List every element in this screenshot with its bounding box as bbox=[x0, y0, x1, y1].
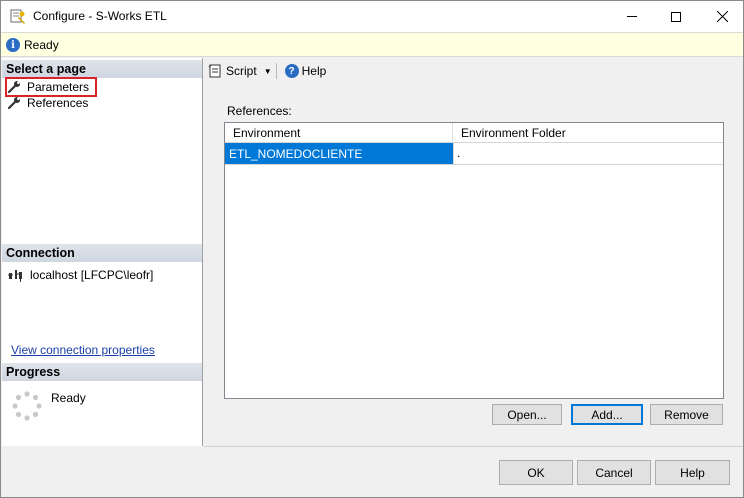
toolbar: Script ▼ ? Help bbox=[204, 58, 743, 84]
references-label: References: bbox=[227, 104, 292, 118]
ok-button[interactable]: OK bbox=[499, 460, 573, 485]
server-label: localhost [LFCPC\leofr] bbox=[30, 268, 154, 282]
cancel-button[interactable]: Cancel bbox=[577, 460, 651, 485]
open-button[interactable]: Open... bbox=[492, 404, 562, 425]
script-label: Script bbox=[226, 64, 257, 78]
page-item-parameters[interactable]: Parameters bbox=[4, 77, 98, 97]
maximize-icon bbox=[671, 11, 681, 22]
page-item-references[interactable]: References bbox=[7, 95, 88, 111]
grid-header: Environment Environment Folder bbox=[225, 123, 723, 143]
connection-header: Connection bbox=[2, 244, 202, 262]
script-button[interactable]: Script ▼ bbox=[208, 64, 272, 78]
add-button[interactable]: Add... bbox=[571, 404, 643, 425]
connection-server: localhost [LFCPC\leofr] bbox=[8, 268, 153, 282]
chevron-down-icon[interactable]: ▼ bbox=[264, 67, 272, 76]
progress-spinner-icon bbox=[12, 391, 42, 421]
configure-icon bbox=[10, 9, 25, 24]
progress-header: Progress bbox=[2, 363, 202, 381]
toolbar-separator bbox=[275, 63, 277, 79]
configure-dialog: Configure - S-Works ETL i Ready Select a… bbox=[0, 0, 744, 498]
wrench-icon bbox=[7, 81, 20, 94]
maximize-button[interactable] bbox=[653, 1, 699, 32]
window-title: Configure - S-Works ETL bbox=[33, 9, 167, 23]
column-header-environment-folder[interactable]: Environment Folder bbox=[453, 123, 723, 143]
references-grid[interactable]: Environment Environment Folder ETL_NOMED… bbox=[224, 122, 724, 399]
script-icon bbox=[208, 64, 221, 78]
minimize-button[interactable] bbox=[609, 1, 655, 32]
page-item-label: References bbox=[27, 96, 89, 110]
minimize-icon bbox=[627, 16, 637, 17]
table-row[interactable]: ETL_NOMEDOCLIENTE . bbox=[225, 143, 723, 165]
close-button[interactable] bbox=[699, 1, 744, 32]
info-icon: i bbox=[6, 38, 20, 52]
cell-environment-folder[interactable]: . bbox=[453, 143, 723, 164]
close-icon bbox=[716, 11, 728, 22]
select-page-header: Select a page bbox=[2, 60, 202, 78]
help-button[interactable]: Help bbox=[655, 460, 730, 485]
help-button-toolbar[interactable]: ? Help bbox=[284, 64, 327, 78]
status-text: Ready bbox=[24, 38, 59, 52]
cell-environment[interactable]: ETL_NOMEDOCLIENTE bbox=[225, 143, 453, 164]
column-header-environment[interactable]: Environment bbox=[225, 123, 453, 143]
help-icon: ? bbox=[284, 64, 299, 78]
status-bar: i Ready bbox=[1, 32, 743, 57]
remove-button[interactable]: Remove bbox=[650, 404, 723, 425]
page-item-label: Parameters bbox=[27, 80, 90, 94]
help-label: Help bbox=[301, 64, 327, 78]
view-connection-properties-link[interactable]: View connection properties bbox=[11, 343, 155, 357]
left-panel: Select a page Parameters References Conn… bbox=[2, 58, 203, 446]
connection-icon bbox=[8, 270, 22, 282]
title-bar[interactable]: Configure - S-Works ETL bbox=[1, 1, 743, 32]
progress-status-text: Ready bbox=[51, 391, 86, 405]
wrench-icon bbox=[7, 97, 20, 110]
